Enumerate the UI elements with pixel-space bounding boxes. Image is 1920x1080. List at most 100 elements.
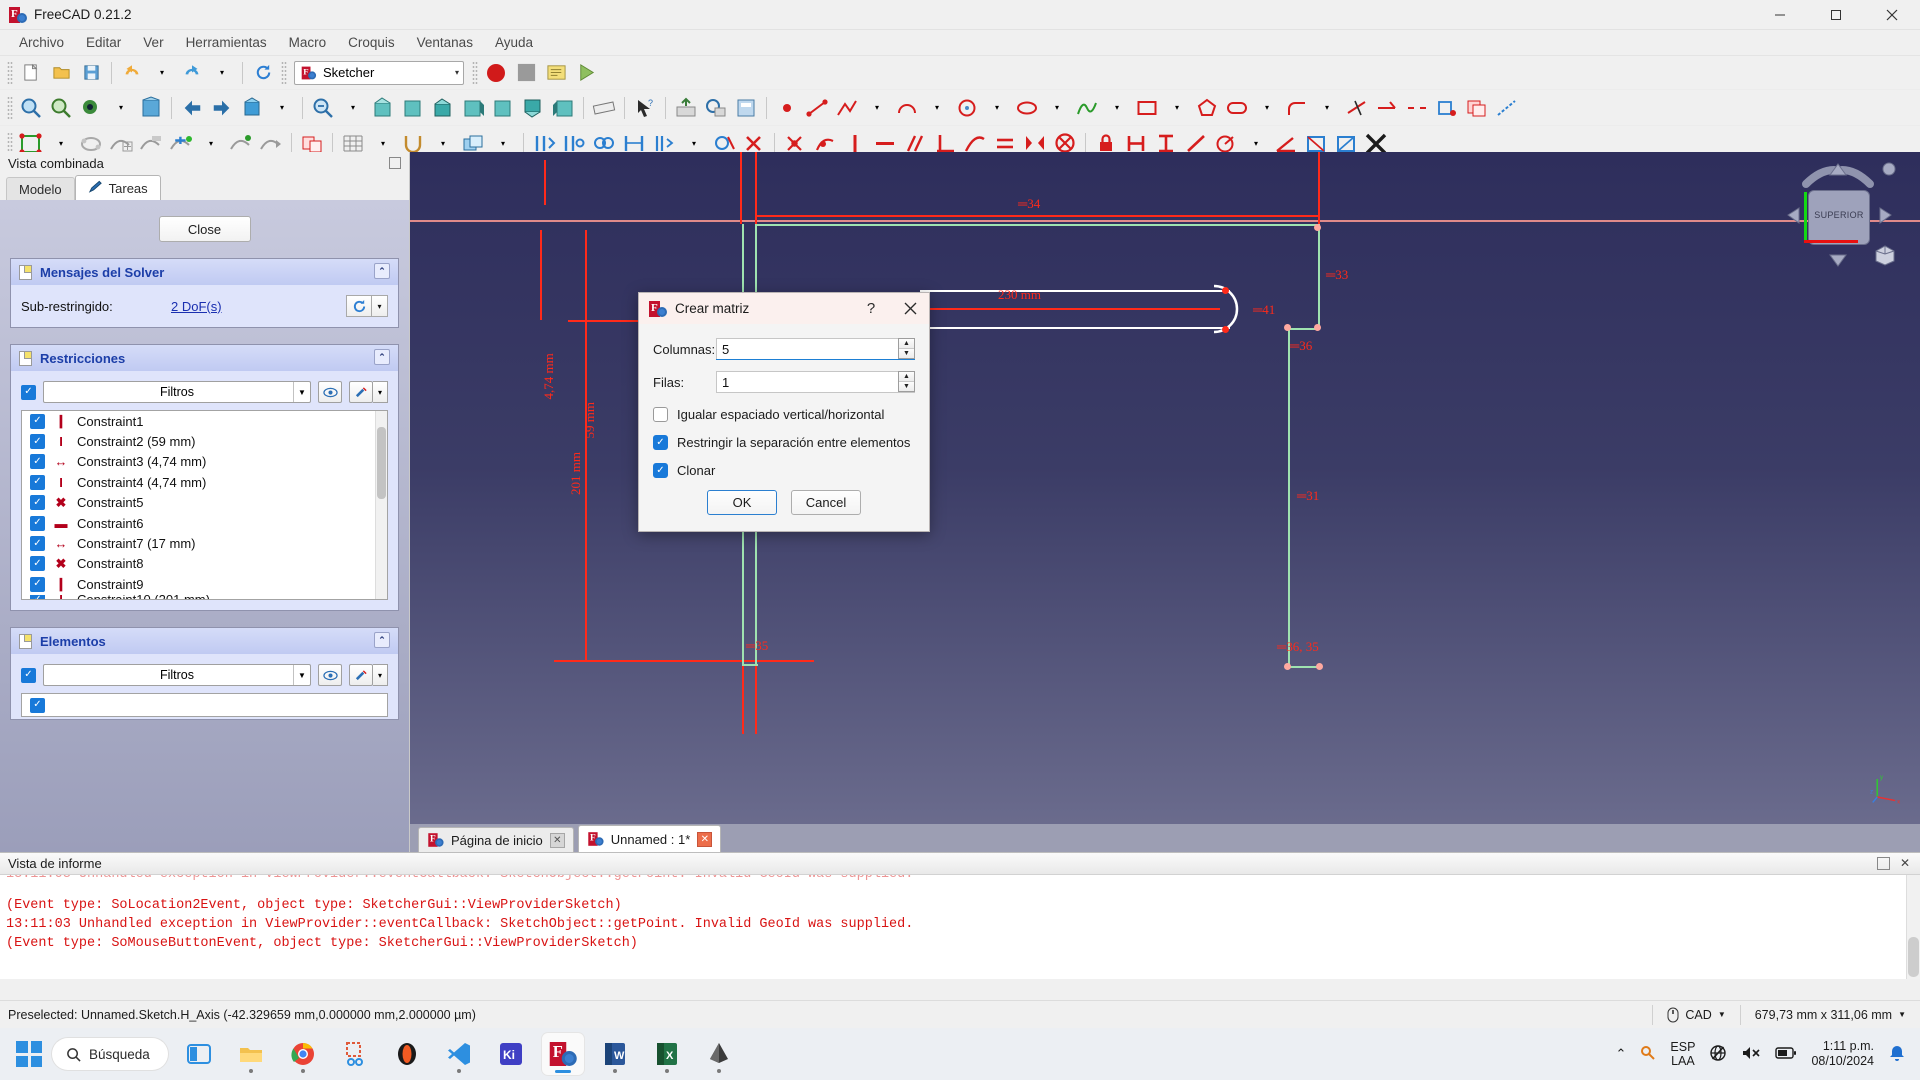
filas-stepper[interactable]: ▲ ▼ (898, 371, 915, 392)
dimension-text-474[interactable]: 4,74 mm (541, 353, 557, 399)
float-report-icon[interactable] (1877, 857, 1890, 870)
tray-notifications-icon[interactable] (1888, 1044, 1906, 1065)
sketch-bspline-caret-icon[interactable]: ▾ (1102, 94, 1132, 122)
stop-macro-icon[interactable] (511, 59, 541, 87)
dimension-text-230[interactable]: 230 mm (998, 287, 1041, 303)
sketch-slot-icon[interactable] (1222, 94, 1252, 122)
fit-selection-icon[interactable] (46, 94, 76, 122)
menu-archivo[interactable]: Archivo (8, 32, 75, 53)
navigation-cube[interactable]: SUPERIOR (1778, 162, 1898, 272)
constraints-visibility-button[interactable] (318, 381, 342, 403)
new-document-icon[interactable] (16, 59, 46, 87)
dialog-help-button[interactable]: ? (856, 296, 886, 322)
crear-matriz-dialog[interactable]: F Crear matriz ? Columnas: ▲ ▼ Fil (638, 292, 930, 532)
elements-list[interactable] (21, 693, 388, 717)
tab-modelo[interactable]: Modelo (6, 177, 75, 200)
solver-refresh-button[interactable] (346, 295, 372, 317)
menu-herramientas[interactable]: Herramientas (175, 32, 278, 53)
toolbar-gripper[interactable] (472, 60, 478, 85)
zoom-fit-icon[interactable] (308, 94, 338, 122)
minimize-button[interactable] (1752, 0, 1808, 30)
maximize-button[interactable] (1808, 0, 1864, 30)
workbench-selector[interactable]: F Sketcher ▾ (294, 60, 464, 85)
tab-close-icon[interactable]: ✕ (549, 832, 565, 848)
menu-ayuda[interactable]: Ayuda (484, 32, 544, 53)
constraints-scroll-thumb[interactable] (377, 427, 386, 499)
3d-viewport[interactable]: 4,74 mm 59 mm 201 mm 230 mm ═34 ═41 ═33 … (410, 152, 1920, 852)
columnas-input[interactable] (716, 338, 898, 359)
kicad-icon[interactable]: Ki (490, 1033, 532, 1075)
columnas-spinbox[interactable]: ▲ ▼ (716, 338, 915, 360)
constraint-checkbox[interactable] (30, 495, 45, 511)
elements-toggle-all-checkbox[interactable] (21, 667, 36, 683)
elements-settings-button[interactable] (349, 664, 373, 686)
constraint-checkbox[interactable] (30, 413, 45, 429)
filas-step-down-icon[interactable]: ▼ (899, 382, 914, 391)
element-row[interactable] (22, 694, 387, 716)
taskbar-search[interactable]: Búsqueda (52, 1038, 168, 1070)
constraints-header[interactable]: Restricciones ⌃ (11, 345, 398, 371)
sketch-rectangle-caret-icon[interactable]: ▾ (1162, 94, 1192, 122)
constraint-row-8[interactable]: ✖ Constraint8 (22, 554, 387, 574)
constraint-checkbox[interactable] (30, 576, 45, 592)
view-right-icon[interactable] (458, 94, 488, 122)
columnas-step-up-icon[interactable]: ▲ (899, 339, 914, 349)
dialog-close-button[interactable] (895, 296, 925, 322)
menu-editar[interactable]: Editar (75, 32, 132, 53)
sketch-arc-caret-icon[interactable]: ▾ (922, 94, 952, 122)
menu-ventanas[interactable]: Ventanas (406, 32, 484, 53)
sketch-polygon-icon[interactable] (1192, 94, 1222, 122)
google-chrome-icon[interactable] (282, 1033, 324, 1075)
constraint-checkbox[interactable] (30, 434, 45, 450)
view-rear-icon[interactable] (488, 94, 518, 122)
chevron-up-icon[interactable]: ⌃ (374, 263, 390, 279)
constraint-checkbox[interactable] (30, 454, 45, 470)
execute-macro-icon[interactable] (571, 59, 601, 87)
dof-link[interactable]: 2 DoF(s) (171, 299, 222, 314)
constraint-row-4[interactable]: I Constraint4 (4,74 mm) (22, 472, 387, 492)
undo-icon[interactable] (117, 59, 147, 87)
constraint-row-3[interactable]: ↔ Constraint3 (4,74 mm) (22, 452, 387, 472)
windows-start-icon[interactable] (16, 1041, 42, 1067)
constraint-tag-34[interactable]: ═34 (1018, 196, 1040, 212)
elements-visibility-button[interactable] (318, 664, 342, 686)
sketch-conic-caret-icon[interactable]: ▾ (1042, 94, 1072, 122)
tray-clock[interactable]: 1:11 p.m. 08/10/2024 (1811, 1039, 1874, 1069)
zoom-dropdown-icon[interactable]: ▾ (338, 94, 368, 122)
sketch-carbon-copy-icon[interactable] (1462, 94, 1492, 122)
sketch-conic-icon[interactable] (1012, 94, 1042, 122)
report-view-body[interactable]: 13:11:03 Unhandled exception in ViewProv… (0, 875, 1920, 979)
view-iso-icon[interactable] (237, 94, 267, 122)
tray-chevron-up-icon[interactable]: ⌃ (1616, 1046, 1627, 1062)
navcube-home-icon[interactable] (1872, 242, 1898, 266)
export-icon[interactable] (671, 94, 701, 122)
clonar-row[interactable]: Clonar (653, 458, 915, 483)
sketch-fillet-icon[interactable] (1282, 94, 1312, 122)
constraint-tag-41[interactable]: ═41 (1253, 302, 1275, 318)
constraint-tag-36[interactable]: ═36 (1290, 338, 1312, 354)
chevron-up-icon[interactable]: ⌃ (374, 632, 390, 648)
igualar-espaciado-checkbox[interactable] (653, 407, 668, 422)
sketch-split-icon[interactable] (1402, 94, 1432, 122)
view-isometric-icon[interactable] (368, 94, 398, 122)
filas-input[interactable] (716, 371, 898, 392)
toolbar-gripper[interactable] (7, 60, 13, 85)
view-bottom-icon[interactable] (518, 94, 548, 122)
sketch-fillet-caret-icon[interactable]: ▾ (1312, 94, 1342, 122)
elements-settings-caret-icon[interactable]: ▾ (373, 664, 388, 686)
redo-dropdown-icon[interactable]: ▾ (207, 59, 237, 87)
navcube-face[interactable]: SUPERIOR (1808, 190, 1870, 245)
solver-messages-header[interactable]: Mensajes del Solver ⌃ (11, 259, 398, 285)
constraint-row-7[interactable]: ↔ Constraint7 (17 mm) (22, 533, 387, 553)
constraint-row-6[interactable]: ▬ Constraint6 (22, 513, 387, 533)
back-icon[interactable] (177, 94, 207, 122)
draw-style-icon[interactable] (76, 94, 106, 122)
sketch-line-icon[interactable] (802, 94, 832, 122)
microsoft-word-icon[interactable]: W (594, 1033, 636, 1075)
constraints-scrollbar[interactable] (375, 411, 387, 599)
tray-language-indicator[interactable]: ESP LAA (1670, 1040, 1695, 1068)
save-document-icon[interactable] (76, 59, 106, 87)
constraints-settings-caret-icon[interactable]: ▾ (373, 381, 388, 403)
filas-step-up-icon[interactable]: ▲ (899, 372, 914, 382)
inkscape-icon[interactable] (698, 1033, 740, 1075)
